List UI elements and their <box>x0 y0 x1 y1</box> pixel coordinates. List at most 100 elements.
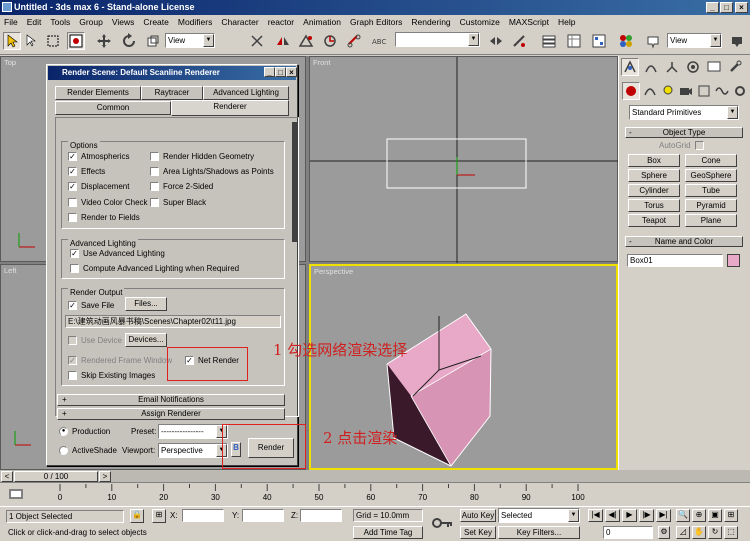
area-lights-checkbox[interactable]: Area Lights/Shadows as Points <box>150 167 274 176</box>
key-filters-button[interactable]: Key Filters... <box>498 526 580 539</box>
mirror-axis-icon[interactable] <box>487 32 505 50</box>
torus-button[interactable]: Torus <box>628 199 680 212</box>
menu-reactor[interactable]: reactor <box>268 17 294 27</box>
scale-icon[interactable] <box>144 32 162 50</box>
autogrid-checkbox[interactable]: AutoGrid <box>659 141 708 150</box>
tab-render-elements[interactable]: Render Elements <box>55 86 141 100</box>
zoom-icon[interactable]: 🔍 <box>676 509 690 522</box>
align-tool-icon[interactable] <box>510 32 528 50</box>
reference-coordinate-dropdown[interactable]: View ▼ <box>165 33 215 48</box>
name-and-color-rollout[interactable]: - Name and Color <box>625 236 743 247</box>
current-frame-field[interactable]: 0 <box>603 526 653 539</box>
video-color-check-checkbox[interactable]: Video Color Check <box>68 198 148 207</box>
render-type-dropdown[interactable]: View ▼ <box>667 33 722 48</box>
modify-tab-icon[interactable] <box>642 58 660 76</box>
files-button[interactable]: Files... <box>125 297 167 311</box>
move-icon[interactable] <box>95 32 113 50</box>
go-to-start-icon[interactable]: |◀ <box>588 509 603 522</box>
output-path-field[interactable]: E:\建筑动画风暴书稿\Scenes\Chapter02\t11.jpg <box>65 315 281 328</box>
viewport-dropdown[interactable]: Perspective ▼ <box>158 443 228 458</box>
assign-renderer-rollout[interactable]: + Assign Renderer <box>57 408 285 420</box>
named-selection-dropdown[interactable]: ▼ <box>395 32 480 47</box>
lock-selection-icon[interactable]: 🔒 <box>130 509 144 523</box>
x-coordinate-field[interactable] <box>182 509 224 522</box>
email-notifications-rollout[interactable]: + Email Notifications <box>57 394 285 406</box>
key-mode-dropdown[interactable]: Selected ▼ <box>498 508 580 523</box>
object-type-rollout[interactable]: - Object Type <box>625 127 743 138</box>
motion-tab-icon[interactable] <box>684 58 702 76</box>
maximize-viewport-icon[interactable]: ⬚ <box>724 526 738 539</box>
object-name-field[interactable]: Box01 <box>627 254 723 267</box>
activeshade-radio[interactable]: ActiveShade <box>59 446 117 455</box>
skip-existing-images-checkbox[interactable]: Skip Existing Images <box>68 371 155 380</box>
rendered-frame-window-checkbox[interactable]: ✓ Rendered Frame Window <box>68 356 172 365</box>
tab-advanced-lighting[interactable]: Advanced Lighting <box>203 86 289 100</box>
mirror-icon[interactable] <box>274 32 292 50</box>
pan-icon[interactable]: ✋ <box>692 526 706 539</box>
dialog-maximize-button[interactable]: □ <box>275 67 286 77</box>
space-warps-icon[interactable] <box>713 82 731 100</box>
create-tab-icon[interactable] <box>621 58 639 76</box>
effects-checkbox[interactable]: ✓ Effects <box>68 167 105 176</box>
displacement-checkbox[interactable]: ✓ Displacement <box>68 182 129 191</box>
display-tab-icon[interactable] <box>705 58 723 76</box>
link-icon[interactable] <box>345 32 363 50</box>
pivot-icon[interactable] <box>248 32 266 50</box>
next-frame-icon[interactable]: |▶ <box>639 509 654 522</box>
force-2-sided-checkbox[interactable]: Force 2-Sided <box>150 182 213 191</box>
save-file-checkbox[interactable]: ✓ Save File <box>68 301 114 310</box>
cylinder-button[interactable]: Cylinder <box>628 184 680 197</box>
geosphere-button[interactable]: GeoSphere <box>685 169 737 182</box>
mini-curve-icon[interactable] <box>8 488 28 500</box>
dialog-title-bar[interactable]: Render Scene: Default Scanline Renderer … <box>48 66 297 80</box>
minimize-button[interactable]: _ <box>706 2 719 13</box>
time-config-icon[interactable]: ⚙ <box>658 526 670 539</box>
plane-button[interactable]: Plane <box>685 214 737 227</box>
object-color-swatch[interactable] <box>727 254 740 267</box>
dialog-minimize-button[interactable]: _ <box>264 67 275 77</box>
pyramid-button[interactable]: Pyramid <box>685 199 737 212</box>
super-black-checkbox[interactable]: Super Black <box>150 198 206 207</box>
utilities-tab-icon[interactable] <box>726 58 744 76</box>
cameras-icon[interactable] <box>677 82 695 100</box>
geometry-icon[interactable] <box>622 82 640 100</box>
field-of-view-icon[interactable]: ◿ <box>676 526 690 539</box>
time-slider-track[interactable] <box>0 470 750 483</box>
teapot-button[interactable]: Teapot <box>628 214 680 227</box>
use-device-checkbox[interactable]: Use Device <box>68 336 122 345</box>
select-by-name-icon[interactable] <box>23 32 41 50</box>
render-hidden-geometry-checkbox[interactable]: Render Hidden Geometry <box>150 152 254 161</box>
tube-button[interactable]: Tube <box>685 184 737 197</box>
menu-file[interactable]: File <box>4 17 18 27</box>
viewport-front[interactable]: Front <box>309 56 619 263</box>
go-to-end-icon[interactable]: ▶| <box>656 509 671 522</box>
close-button[interactable]: × <box>735 2 748 13</box>
menu-modifiers[interactable]: Modifiers <box>178 17 212 27</box>
preset-dropdown[interactable]: ---------------- ▼ <box>158 424 228 439</box>
menu-views[interactable]: Views <box>112 17 135 27</box>
lights-icon[interactable] <box>659 82 677 100</box>
menu-customize[interactable]: Customize <box>460 17 500 27</box>
atmospherics-checkbox[interactable]: ✓ Atmospherics <box>68 152 129 161</box>
auto-key-button[interactable]: Auto Key <box>460 509 496 522</box>
tab-raytracer[interactable]: Raytracer <box>141 86 203 100</box>
y-coordinate-field[interactable] <box>242 509 284 522</box>
slider-left-arrow[interactable]: < <box>1 471 13 482</box>
arc-rotate-icon[interactable]: ↻ <box>708 526 722 539</box>
rotate-icon[interactable] <box>120 32 138 50</box>
menu-graph-editors[interactable]: Graph Editors <box>350 17 402 27</box>
dialog-close-button[interactable]: × <box>286 67 297 77</box>
tab-common[interactable]: Common <box>55 101 171 115</box>
primitive-type-dropdown[interactable]: Standard Primitives ▼ <box>629 105 739 120</box>
devices-button[interactable]: Devices... <box>125 333 167 347</box>
abc-icon[interactable]: ABC <box>370 32 388 50</box>
play-icon[interactable]: ▶ <box>622 509 637 522</box>
select-icon[interactable] <box>3 32 21 50</box>
sphere-button[interactable]: Sphere <box>628 169 680 182</box>
zoom-extents-icon[interactable]: ▣ <box>708 509 722 522</box>
zoom-all-icon[interactable]: ⊕ <box>692 509 706 522</box>
menu-rendering[interactable]: Rendering <box>411 17 450 27</box>
material-editor-icon[interactable] <box>617 32 635 50</box>
compute-advanced-lighting-checkbox[interactable]: Compute Advanced Lighting when Required <box>70 264 239 273</box>
cone-button[interactable]: Cone <box>685 154 737 167</box>
